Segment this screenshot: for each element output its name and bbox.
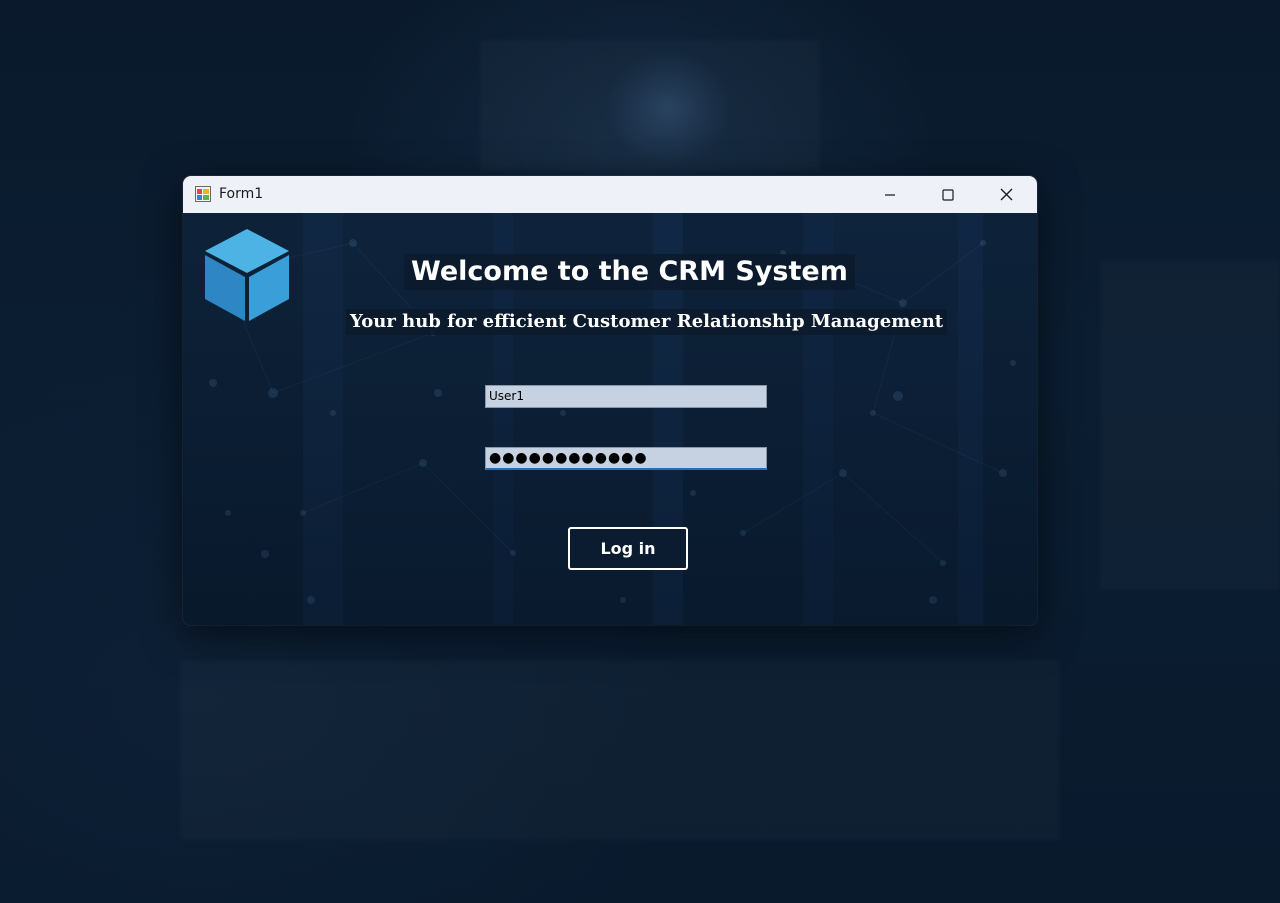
window-title: Form1 (219, 186, 264, 202)
minimize-icon (885, 193, 895, 196)
desktop-blur-panel (480, 40, 820, 170)
minimize-button[interactable] (861, 176, 919, 213)
login-button[interactable]: Log in (568, 527, 688, 570)
page-subtitle: Your hub for efficient Customer Relation… (346, 309, 948, 335)
username-input[interactable]: User1 (485, 385, 767, 408)
desktop-blur-panel (1100, 260, 1280, 590)
winforms-app-icon (195, 186, 211, 202)
cube-logo-icon (205, 229, 289, 321)
close-button[interactable] (977, 176, 1035, 213)
page-title: Welcome to the CRM System (404, 254, 855, 290)
desktop-blur-panel (180, 660, 1060, 840)
form-body: Welcome to the CRM System Your hub for e… (183, 213, 1037, 625)
password-input[interactable]: ●●●●●●●●●●●● (485, 447, 767, 470)
title-bar[interactable]: Form1 (183, 176, 1037, 213)
maximize-button[interactable] (919, 176, 977, 213)
close-icon (1000, 188, 1012, 201)
login-window: Form1 Welcome to the CRM System Your hub… (183, 176, 1037, 625)
maximize-icon (942, 188, 954, 201)
